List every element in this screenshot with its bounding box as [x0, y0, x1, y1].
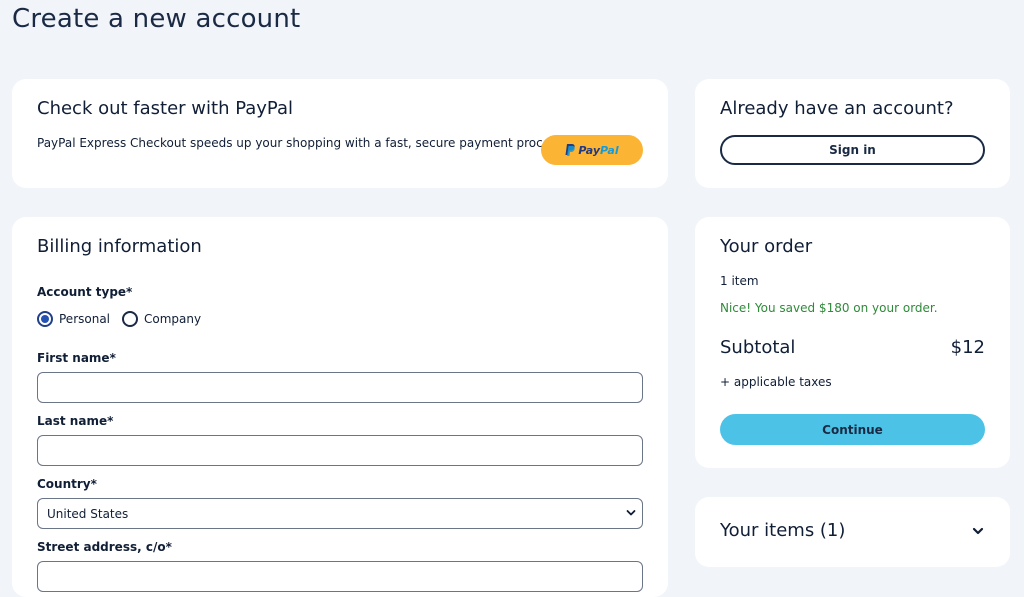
your-items-card: Your items (1)	[695, 497, 1010, 567]
order-heading: Your order	[720, 236, 813, 257]
subtotal-row: Subtotal $12	[720, 337, 985, 358]
your-items-toggle[interactable]: Your items (1)	[695, 497, 1010, 567]
chevron-down-icon	[626, 510, 636, 516]
account-type-radio-group: Personal Company	[37, 311, 213, 327]
order-savings-message: Nice! You saved $180 on your order.	[720, 301, 938, 315]
order-item-count: 1 item	[720, 274, 759, 288]
billing-card: Billing information Account type* Person…	[12, 217, 668, 597]
first-name-label: First name*	[37, 351, 116, 365]
your-items-heading: Your items (1)	[720, 520, 846, 541]
paypal-heading: Check out faster with PayPal	[37, 98, 294, 119]
order-summary-card: Your order 1 item Nice! You saved $180 o…	[695, 217, 1010, 468]
first-name-field[interactable]	[37, 372, 643, 403]
paypal-logo-icon	[565, 144, 576, 156]
paypal-description: PayPal Express Checkout speeds up your s…	[37, 136, 567, 150]
continue-button[interactable]: Continue	[720, 414, 985, 445]
paypal-checkout-button[interactable]: PayPal	[541, 135, 643, 165]
paypal-wordmark-pal: Pal	[600, 143, 619, 157]
subtotal-label: Subtotal	[720, 337, 796, 358]
radio-checked-icon	[37, 311, 53, 327]
radio-unchecked-icon	[122, 311, 139, 327]
country-selected-value: United States	[47, 506, 129, 521]
paypal-card: Check out faster with PayPal PayPal Expr…	[12, 79, 668, 188]
billing-heading: Billing information	[37, 236, 202, 257]
country-label: Country*	[37, 477, 97, 491]
country-select[interactable]: United States	[37, 498, 643, 529]
account-type-personal-radio[interactable]: Personal	[37, 311, 110, 327]
sign-in-button[interactable]: Sign in	[720, 135, 985, 165]
subtotal-value: $12	[950, 337, 985, 358]
radio-label-personal: Personal	[59, 312, 111, 326]
street-address-field[interactable]	[37, 561, 643, 592]
page-title: Create a new account	[12, 4, 301, 34]
last-name-label: Last name*	[37, 414, 114, 428]
chevron-down-icon	[972, 527, 984, 535]
paypal-wordmark-pay: Pay	[578, 143, 601, 157]
street-address-label: Street address, c/o*	[37, 540, 172, 554]
account-type-label: Account type*	[37, 285, 133, 299]
last-name-field[interactable]	[37, 435, 643, 466]
radio-label-company: Company	[144, 312, 202, 326]
signin-card: Already have an account? Sign in	[695, 79, 1010, 188]
taxes-note: + applicable taxes	[720, 375, 832, 389]
account-type-company-radio[interactable]: Company	[122, 311, 201, 327]
signin-heading: Already have an account?	[720, 98, 954, 119]
